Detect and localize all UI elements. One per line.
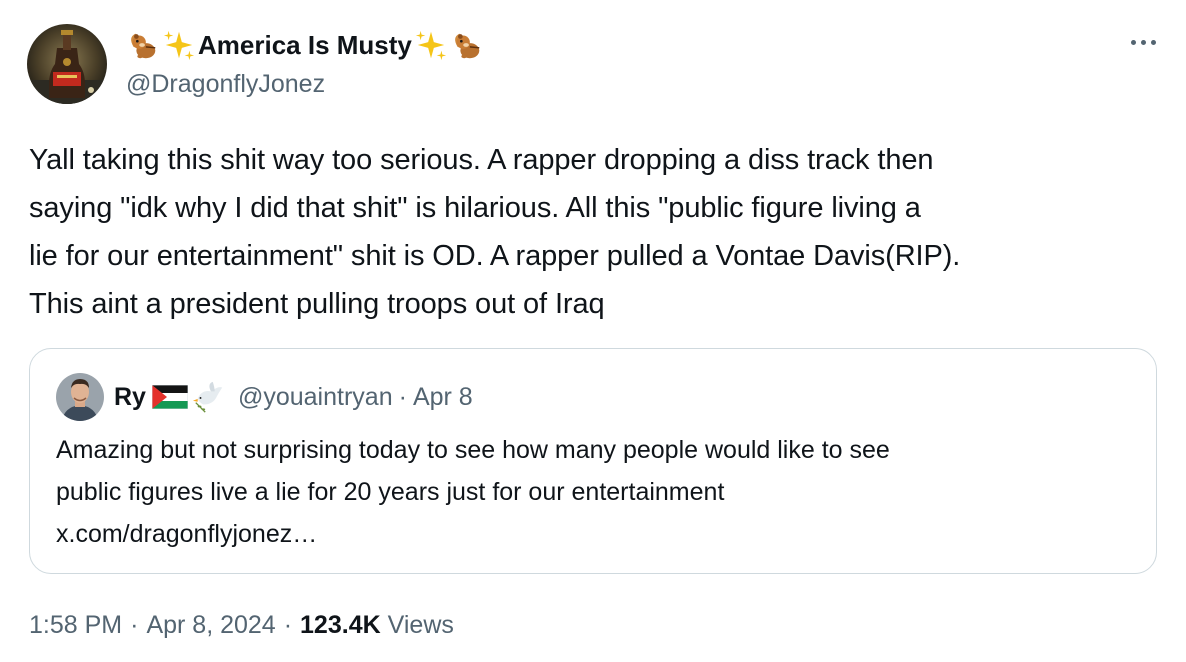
meta-separator: · [283, 611, 293, 639]
views-count: 123.4K [300, 611, 381, 639]
quoted-author-avatar[interactable] [56, 373, 104, 421]
dove-icon [192, 381, 223, 413]
chipmunk-icon [450, 28, 484, 62]
tweet-metadata: 1:58 PM · Apr 8, 2024 · 123.4K Views [29, 611, 454, 640]
quoted-text-line: Amazing but not surprising today to see … [56, 436, 890, 464]
palestine-flag-icon [151, 385, 188, 409]
more-horizontal-icon-dot [1150, 39, 1156, 45]
author-name-text: America Is Musty [198, 29, 412, 60]
tweet-text: Yall taking this shit way too serious. A… [29, 136, 1164, 328]
author-avatar[interactable] [27, 24, 107, 104]
more-horizontal-icon-dot [1140, 39, 1146, 45]
quoted-tweet-card[interactable]: Ry @youaintryan · Apr 8 Amazing but not … [29, 348, 1157, 574]
quoted-tweet-date[interactable]: Apr 8 [413, 383, 473, 412]
tweet-text-line: This aint a president pulling troops out… [29, 288, 605, 320]
quoted-text-line: public figures live a lie for 20 years j… [56, 478, 725, 506]
tweet-date[interactable]: Apr 8, 2024 [146, 611, 275, 640]
person-avatar-icon [56, 373, 104, 421]
tweet-text-line: lie for our entertainment" shit is OD. A… [29, 240, 961, 272]
quoted-tweet-header: Ry @youaintryan · Apr 8 [56, 373, 473, 421]
author-display-name[interactable]: America Is Musty [126, 27, 484, 63]
quoted-text-link[interactable]: x.com/dragonflyjonez… [56, 513, 1136, 555]
tweet-text-line: Yall taking this shit way too serious. A… [29, 144, 934, 176]
quoted-tweet-text: Amazing but not surprising today to see … [56, 429, 1136, 555]
meta-separator: · [130, 611, 139, 639]
bottle-avatar-icon [27, 24, 107, 104]
chipmunk-icon [126, 28, 160, 62]
tweet-time[interactable]: 1:58 PM [29, 611, 122, 640]
author-handle[interactable]: @DragonflyJonez [126, 70, 325, 99]
more-options-button[interactable] [1123, 30, 1163, 54]
more-horizontal-icon-dot [1130, 39, 1136, 45]
views-label: Views [387, 611, 454, 639]
quoted-author-handle[interactable]: @youaintryan [238, 383, 393, 412]
tweet-text-line: saying "idk why I did that shit" is hila… [29, 192, 921, 224]
sparkles-icon [414, 28, 448, 62]
quote-separator: · [398, 382, 407, 411]
quoted-author-name[interactable]: Ry [114, 383, 146, 412]
sparkles-icon [162, 28, 196, 62]
